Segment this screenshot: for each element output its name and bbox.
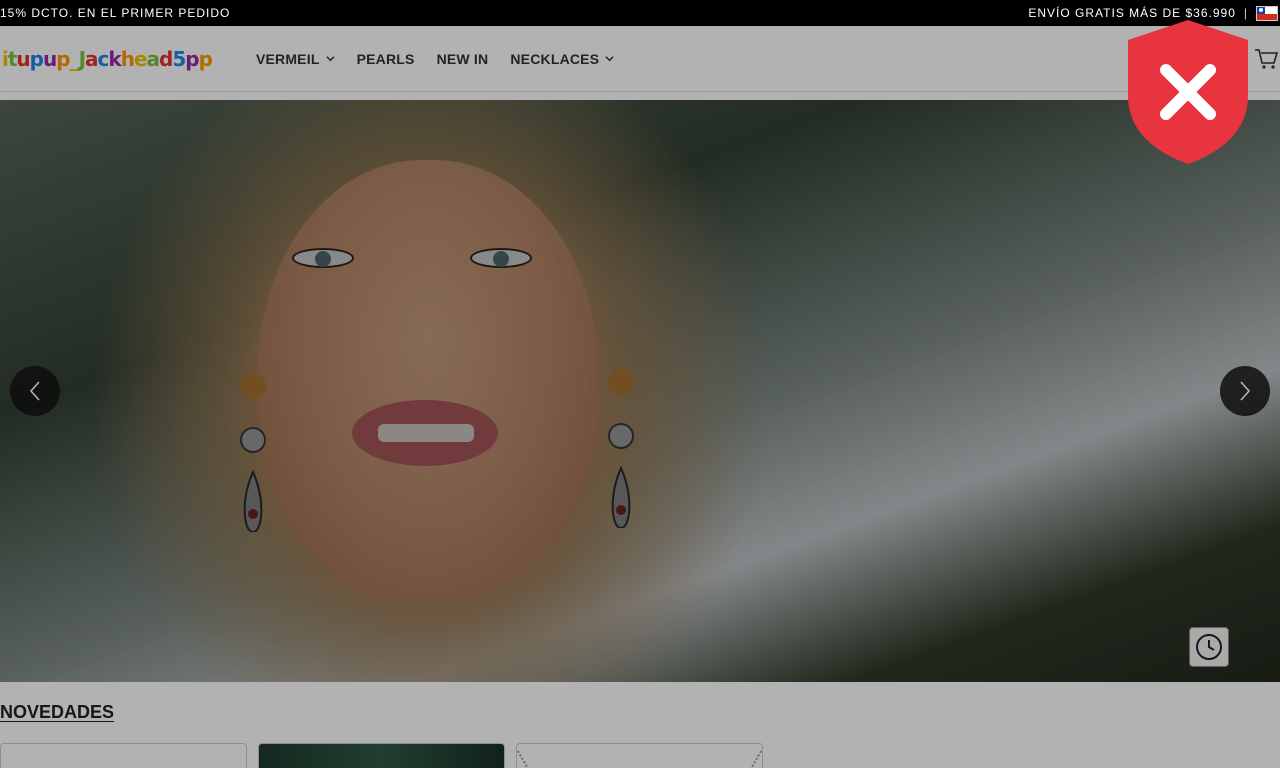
logo-letter: _ bbox=[69, 46, 80, 71]
logo-letter: p bbox=[198, 46, 213, 71]
announcement-bar: 15% DCTO. EN EL PRIMER PEDIDO ENVÍO GRAT… bbox=[0, 0, 1280, 26]
product-card[interactable] bbox=[258, 743, 505, 768]
nav-label: VERMEIL bbox=[255, 50, 320, 67]
nav-label: NEW IN bbox=[436, 50, 489, 67]
logo-letter: h bbox=[120, 46, 135, 71]
chevron-right-icon bbox=[1240, 381, 1251, 401]
logo-letter: t bbox=[7, 46, 18, 71]
nav-item-pearls[interactable]: PEARLS bbox=[357, 51, 415, 67]
slider-next-button[interactable] bbox=[1220, 366, 1270, 416]
page: 15% DCTO. EN EL PRIMER PEDIDO ENVÍO GRAT… bbox=[0, 0, 1280, 768]
logo-letter: p bbox=[29, 46, 44, 71]
section-title[interactable]: NOVEDADES bbox=[0, 702, 114, 723]
chile-flag-icon[interactable] bbox=[1256, 5, 1278, 21]
logo-letter: k bbox=[108, 46, 121, 71]
nav-item-new-in[interactable]: NEW IN bbox=[437, 51, 489, 67]
logo-letter: e bbox=[133, 46, 148, 71]
main-nav: VERMEIL PEARLS NEW IN NECKLACES bbox=[256, 51, 614, 67]
chevron-down-icon bbox=[605, 56, 614, 62]
product-card[interactable] bbox=[516, 743, 763, 768]
logo-letter: 5 bbox=[172, 46, 186, 71]
logo-letter: a bbox=[85, 46, 98, 71]
nav-item-necklaces[interactable]: NECKLACES bbox=[510, 51, 614, 67]
hero-dim-layer bbox=[0, 100, 1280, 682]
logo-letter: p bbox=[185, 46, 199, 71]
product-card[interactable] bbox=[0, 743, 247, 768]
logo-letter: c bbox=[97, 46, 110, 71]
cart-icon[interactable] bbox=[1254, 48, 1278, 70]
clock-button[interactable] bbox=[1189, 627, 1229, 667]
shield-close-icon[interactable] bbox=[1126, 18, 1250, 166]
logo-letter: u bbox=[43, 46, 57, 71]
logo-letter: u bbox=[16, 46, 30, 71]
chevron-down-icon bbox=[325, 56, 335, 62]
hero-slider[interactable] bbox=[0, 100, 1280, 682]
site-header: i t u p u p _ Ja c k h e a d 5 p p VERMEIL PEARLS NEW IN… bbox=[0, 26, 1280, 92]
logo-letter: a bbox=[146, 46, 160, 71]
site-logo[interactable]: i t u p u p _ Ja c k h e a d 5 p p bbox=[2, 46, 213, 71]
chevron-left-icon bbox=[29, 381, 40, 401]
nav-item-vermeil[interactable]: VERMEIL bbox=[256, 51, 335, 67]
clock-icon bbox=[1196, 634, 1222, 660]
nav-label: PEARLS bbox=[356, 50, 415, 67]
logo-letter: p bbox=[56, 46, 70, 71]
slider-prev-button[interactable] bbox=[10, 366, 60, 416]
logo-letter: d bbox=[159, 46, 173, 71]
promo-text: 15% DCTO. EN EL PRIMER PEDIDO bbox=[0, 6, 231, 20]
nav-label: NECKLACES bbox=[510, 50, 600, 67]
